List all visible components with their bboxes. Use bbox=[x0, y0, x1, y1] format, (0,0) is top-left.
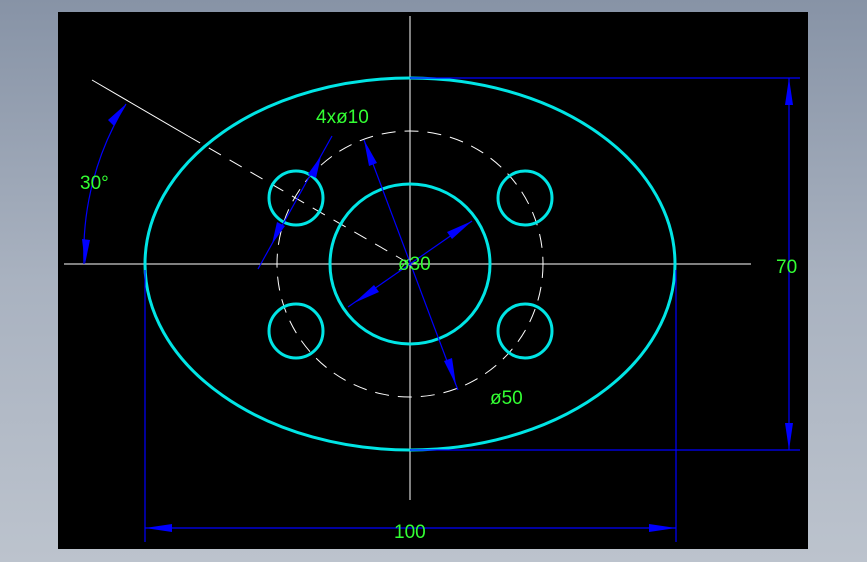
angle-reference-line bbox=[91, 79, 189, 137]
angle-label: 30° bbox=[80, 173, 109, 194]
cad-drawing-viewport[interactable]: 4xø10 30° ø30 ø50 70 100 bbox=[58, 12, 808, 549]
width-arrow-right bbox=[649, 524, 676, 532]
height-arrow-bottom bbox=[785, 423, 793, 450]
bolt-diameter-arrow-b bbox=[444, 358, 456, 385]
inner-diameter-arrow-b bbox=[447, 221, 472, 239]
width-label: 100 bbox=[394, 522, 426, 543]
hole-arrow-b bbox=[272, 222, 285, 244]
height-arrow-top bbox=[785, 78, 793, 105]
inner-diameter-arrow-a bbox=[354, 285, 379, 303]
angle-arrow-top bbox=[108, 104, 126, 126]
bolt-diameter-arrow-a bbox=[364, 140, 377, 166]
holes-label: 4xø10 bbox=[316, 107, 369, 128]
hole-arrow-a bbox=[308, 156, 321, 178]
drawing-canvas: 4xø10 30° ø30 ø50 70 100 bbox=[64, 16, 800, 543]
hole-bottom-left[interactable] bbox=[267, 302, 325, 360]
width-arrow-left bbox=[145, 524, 172, 532]
inner-circle-label: ø30 bbox=[398, 254, 431, 275]
bolt-circle-label: ø50 bbox=[490, 388, 523, 409]
angle-reference-line-dashed bbox=[187, 135, 411, 265]
height-label: 70 bbox=[776, 257, 797, 278]
bolt-diameter-leader bbox=[455, 384, 459, 391]
